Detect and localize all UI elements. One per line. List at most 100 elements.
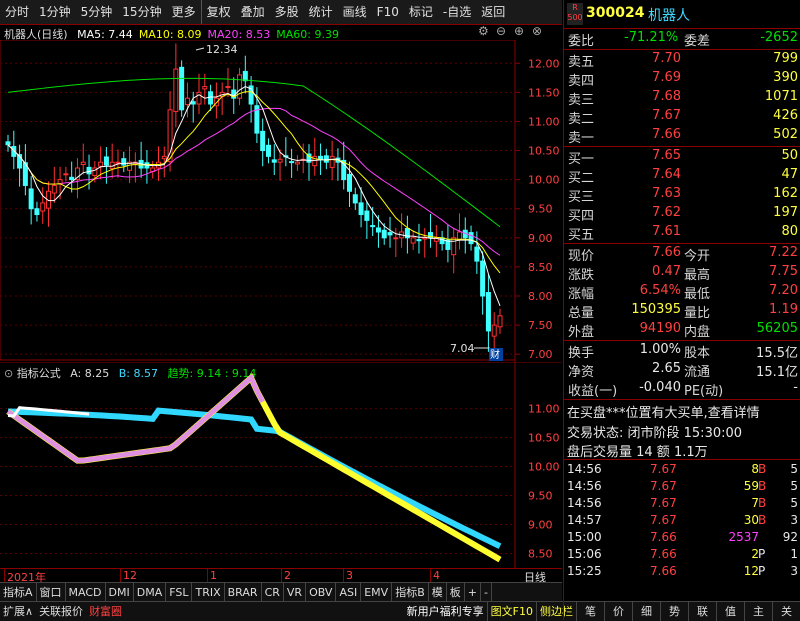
news-ticker[interactable]: 新用户福利专享 <box>404 602 487 621</box>
bids-row[interactable]: 买五 7.61 80 <box>564 224 800 243</box>
stat-value: 7.75 <box>769 264 798 279</box>
settings-icon[interactable]: ⚙ <box>478 24 489 38</box>
ma20-line <box>7 107 501 256</box>
indicator-tab-8[interactable]: CR <box>262 583 284 602</box>
minus-icon[interactable]: ⊖ <box>496 24 506 38</box>
indicator-tab-18[interactable]: - <box>481 583 492 602</box>
stat-value: 1.19 <box>769 302 798 317</box>
indicator-tab-12[interactable]: EMV <box>361 583 393 602</box>
indicator-tab-3[interactable]: DMI <box>106 583 134 602</box>
tick-side: B <box>758 513 767 527</box>
stat2-row: 净资 2.65 流通 15.1亿 <box>564 361 800 380</box>
indicator-tab-17[interactable]: + <box>465 583 481 602</box>
toolbar-item-8[interactable]: 统计 <box>304 0 338 24</box>
tick-volume: 2537 <box>728 530 759 544</box>
tick-price: 7.66 <box>650 530 677 544</box>
status-left-2[interactable]: 财富圈 <box>86 602 125 621</box>
indicator-tab-2[interactable]: MACD <box>66 583 106 602</box>
asks-price: 7.68 <box>652 89 681 104</box>
toolbar-item-10[interactable]: F10 <box>372 0 404 24</box>
indicator-tab-15[interactable]: 模 <box>429 583 447 602</box>
asks-volume: 426 <box>773 108 798 123</box>
candle-body <box>80 161 86 166</box>
candle-body <box>289 161 295 164</box>
indicator-tab-1[interactable]: 窗口 <box>37 583 66 602</box>
toolbar-item-11[interactable]: 标记 <box>404 0 438 24</box>
indicator-tab-7[interactable]: BRAR <box>225 583 262 602</box>
asks-row[interactable]: 卖四 7.69 390 <box>564 70 800 89</box>
candle-body <box>51 184 57 194</box>
toolbar-item-12[interactable]: -自选 <box>438 0 476 24</box>
bids-row[interactable]: 买一 7.65 50 <box>564 148 800 167</box>
asks-row[interactable]: 卖五 7.70 799 <box>564 51 800 70</box>
stat2-label: PE(动) <box>684 384 724 399</box>
toolbar-item-6[interactable]: 叠加 <box>236 0 270 24</box>
toolbar-item-13[interactable]: 返回 <box>476 0 510 24</box>
price-tick-label: 9.00 <box>528 232 553 245</box>
candle-body <box>161 155 167 160</box>
candle-body <box>190 101 196 105</box>
indicator-chart[interactable]: 11.00 10.50 10.00 9.50 9.00 8.50 <box>0 362 562 568</box>
asks-row[interactable]: 卖二 7.67 426 <box>564 108 800 127</box>
stat2-label: 净资 <box>568 365 595 380</box>
bids-row[interactable]: 买三 7.63 162 <box>564 186 800 205</box>
status-mid-0[interactable]: 图文F10 <box>486 602 536 621</box>
bids-label: 买二 <box>568 171 595 186</box>
toolbar-item-9[interactable]: 画线 <box>338 0 372 24</box>
asks-price: 7.67 <box>652 108 681 123</box>
indicator-tab-10[interactable]: OBV <box>306 583 337 602</box>
tick-price: 7.66 <box>650 547 677 561</box>
indicator-tab-11[interactable]: ASI <box>336 583 362 602</box>
candlestick-chart[interactable]: 12.00 11.50 11.00 10.50 10.00 9.50 9.00 8.50 8.0… <box>0 40 562 362</box>
bids-price: 7.65 <box>652 148 681 163</box>
toolbar-item-2[interactable]: 5分钟 <box>76 0 118 24</box>
date-label: 12 <box>120 569 137 582</box>
tick-price: 7.67 <box>650 496 677 510</box>
indicator-tab-16[interactable]: 板 <box>447 583 465 602</box>
bids-row[interactable]: 买二 7.64 47 <box>564 167 800 186</box>
stat-value: 7.20 <box>769 283 798 298</box>
asks-row[interactable]: 卖一 7.66 502 <box>564 127 800 146</box>
toolbar-item-0[interactable]: 分时 <box>0 0 34 24</box>
plus-icon[interactable]: ⊕ <box>514 24 524 38</box>
indicator-tab-9[interactable]: VR <box>284 583 307 602</box>
tick-count: 1 <box>790 547 798 561</box>
status-left-1[interactable]: 关联报价 <box>36 602 86 621</box>
tick-side: B <box>758 479 767 493</box>
candle-body <box>497 315 503 328</box>
trade-status: 交易状态: 闭市阶段 15:30:00 <box>567 426 743 441</box>
candle-body <box>202 86 208 90</box>
tick-side: P <box>758 564 766 578</box>
indicator-tab-6[interactable]: TRIX <box>192 583 225 602</box>
stat2-row: 收益(一) -0.040 PE(动) - <box>564 380 800 399</box>
stock-badge: R 500 <box>567 3 583 25</box>
asks-row[interactable]: 卖三 7.68 1071 <box>564 89 800 108</box>
candle-body <box>352 194 358 204</box>
big-order-news[interactable]: 在买盘***位置有大买单,查看详情 <box>567 402 760 421</box>
price-tick-label: 10.00 <box>528 174 560 187</box>
indicator-tab-14[interactable]: 指标B <box>392 583 429 602</box>
price-tick-label: 10.50 <box>528 145 560 158</box>
bids-row[interactable]: 买四 7.62 197 <box>564 205 800 224</box>
close-icon[interactable]: ⊗ <box>532 24 542 38</box>
toolbar-item-3[interactable]: 15分钟 <box>117 0 166 24</box>
indicator-tab-5[interactable]: FSL <box>166 583 193 602</box>
stat-row: 涨跌 0.47 最高 7.75 <box>564 264 800 283</box>
candle-body <box>370 225 376 228</box>
status-left-0[interactable]: 扩展∧ <box>0 602 36 621</box>
toolbar-item-5[interactable]: 复权 <box>200 0 236 24</box>
indicator-tab-0[interactable]: 指标A <box>0 583 37 602</box>
finance-marker[interactable]: 财 <box>490 348 500 361</box>
stat-label: 最高 <box>684 268 711 283</box>
toolbar-item-4[interactable]: 更多 <box>167 0 201 24</box>
indicator-tick-label: 10.50 <box>528 432 560 445</box>
indicator-tab-4[interactable]: DMA <box>134 583 167 602</box>
candle-body <box>225 86 231 89</box>
toolbar-item-1[interactable]: 1分钟 <box>34 0 76 24</box>
date-label: 4 <box>430 569 440 582</box>
weibi-label: 委比 <box>568 34 595 49</box>
toolbar-item-7[interactable]: 多股 <box>270 0 304 24</box>
candle-body <box>271 159 277 163</box>
bids-volume: 197 <box>773 205 798 220</box>
stat-label: 现价 <box>568 249 595 264</box>
